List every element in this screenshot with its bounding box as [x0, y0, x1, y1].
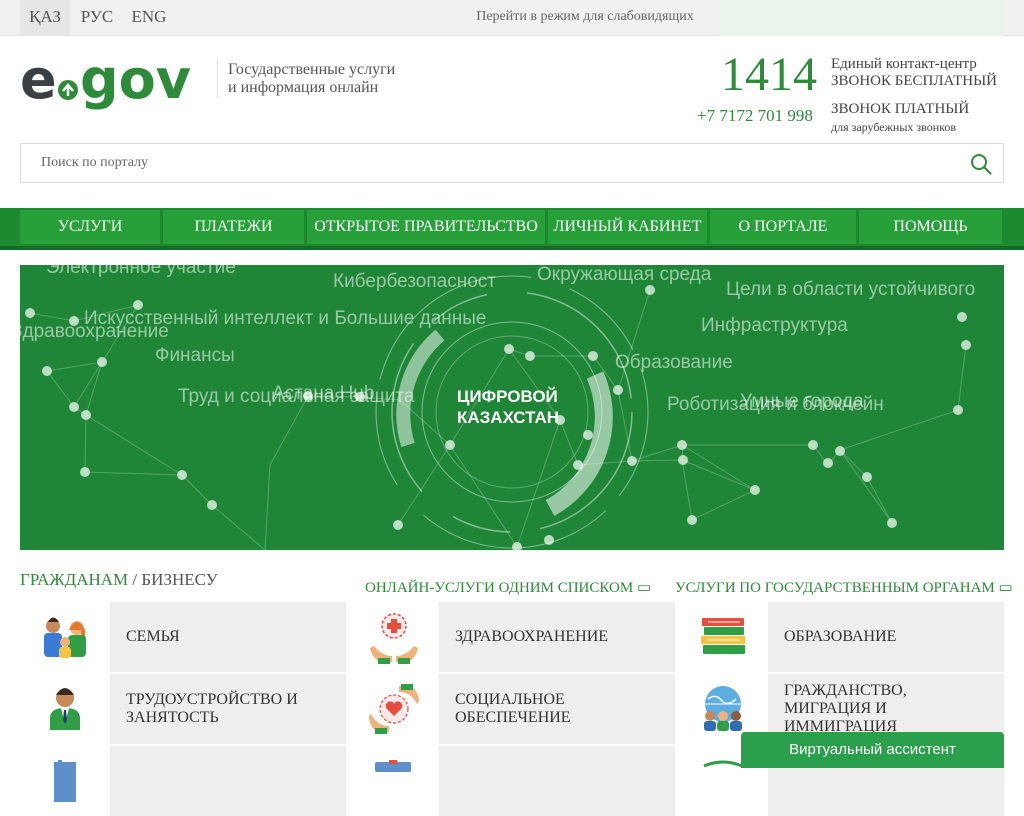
svg-text:e: e: [20, 52, 57, 111]
lang-eng[interactable]: ENG: [124, 0, 174, 36]
search-icon[interactable]: [969, 152, 993, 176]
banner-title-line-1: ЦИФРОВОЙ: [457, 387, 558, 406]
social-care-icon: [349, 674, 439, 744]
tile-label: ЗДРАВООХРАНЕНИЕ: [455, 628, 609, 645]
tile-education[interactable]: ОБРАЗОВАНИЕ: [678, 602, 1004, 672]
audience-separator: /: [132, 570, 138, 589]
nav-help[interactable]: ПОМОЩЬ: [859, 210, 1002, 244]
phone-long-number[interactable]: +7 7172 701 998: [697, 106, 813, 126]
egov-logo[interactable]: e gov: [20, 52, 210, 122]
nav-open-government[interactable]: ОТКРЫТОЕ ПРАВИТЕЛЬСТВО: [307, 210, 545, 244]
banner-tag: Электронное участие: [46, 265, 236, 278]
books-icon: [678, 602, 768, 672]
document-icon: [349, 746, 439, 816]
online-services-list-label: ОНЛАЙН-УСЛУГИ ОДНИМ СПИСКОМ: [365, 580, 634, 596]
foreign-calls-label: для зарубежных звонков: [831, 120, 957, 134]
banner-tag: Инфраструктура: [701, 315, 848, 336]
banner-tag: Астана Hub: [272, 383, 375, 404]
external-link-icon: ▭: [998, 580, 1013, 596]
audience-switch: ГРАЖДАНАМ / БИЗНЕСУ: [20, 570, 218, 590]
svg-text:gov: gov: [80, 52, 191, 111]
tile-family[interactable]: СЕМЬЯ: [20, 602, 346, 672]
search-input[interactable]: [41, 153, 941, 173]
digital-kazakhstan-banner[interactable]: Электронное участие Кибербезопасност Окр…: [20, 265, 1004, 550]
nav-personal-account[interactable]: ЛИЧНЫЙ КАБИНЕТ: [548, 210, 707, 244]
banner-tag: Цели в области устойчивого: [726, 279, 976, 300]
call-paid-label: ЗВОНОК ПЛАТНЫЙ: [831, 101, 970, 117]
low-vision-mode-link[interactable]: Перейти в режим для слабовидящих: [440, 0, 730, 36]
nav-about-portal[interactable]: О ПОРТАЛЕ: [710, 210, 856, 244]
banner-title: ЦИФРОВОЙ КАЗАХСТАН: [457, 386, 567, 428]
health-icon: [349, 602, 439, 672]
building-icon: [20, 746, 110, 816]
logo-divider: [217, 60, 218, 98]
virtual-assistant-button[interactable]: Виртуальный ассистент: [741, 732, 1004, 768]
top-right-panel: [719, 0, 1004, 36]
contact-center-label: Единый контакт-центр: [831, 56, 977, 72]
tile-row3-1[interactable]: [20, 746, 346, 816]
tile-label: СЕМЬЯ: [126, 628, 180, 645]
business-tab[interactable]: БИЗНЕСУ: [141, 570, 217, 589]
tagline-line-1: Государственные услуги: [228, 61, 396, 78]
call-free-label: ЗВОНОК БЕСПЛАТНЫЙ: [831, 73, 997, 89]
nav-services[interactable]: УСЛУГИ: [20, 210, 160, 244]
agency-services-link[interactable]: УСЛУГИ ПО ГОСУДАРСТВЕННЫМ ОРГАНАМ ▭: [675, 578, 1013, 597]
main-nav: УСЛУГИ ПЛАТЕЖИ ОТКРЫТОЕ ПРАВИТЕЛЬСТВО ЛИ…: [0, 208, 1024, 250]
tile-employment[interactable]: ТРУДОУСТРОЙСТВО И ЗАНЯТОСТЬ: [20, 674, 346, 744]
search-bar: [20, 143, 1004, 183]
employee-icon: [20, 674, 110, 744]
lang-kaz[interactable]: ҚАЗ: [20, 0, 70, 36]
tile-label: ОБРАЗОВАНИЕ: [784, 628, 897, 645]
tile-healthcare[interactable]: ЗДРАВООХРАНЕНИЕ: [349, 602, 675, 672]
citizens-tab[interactable]: ГРАЖДАНАМ: [20, 570, 128, 589]
site-tagline: Государственные услуги и информация онла…: [228, 61, 395, 97]
banner-tag: Финансы: [155, 345, 235, 366]
agency-services-label: УСЛУГИ ПО ГОСУДАРСТВЕННЫМ ОРГАНАМ: [675, 580, 995, 596]
tagline-line-2: и информация онлайн: [228, 79, 379, 96]
phone-short-number[interactable]: 1414: [721, 50, 817, 100]
lang-rus[interactable]: РУС: [72, 0, 122, 36]
banner-tag: Здравоохранение: [20, 321, 169, 342]
banner-tag: Образование: [615, 352, 733, 373]
banner-tag: Окружающая среда: [537, 265, 712, 285]
family-icon: [20, 602, 110, 672]
external-link-icon: ▭: [636, 580, 652, 596]
tile-label: ТРУДОУСТРОЙСТВО И ЗАНЯТОСТЬ: [126, 691, 298, 726]
online-services-list-link[interactable]: ОНЛАЙН-УСЛУГИ ОДНИМ СПИСКОМ ▭: [365, 578, 651, 597]
tile-label: СОЦИАЛЬНОЕ ОБЕСПЕЧЕНИЕ: [455, 691, 571, 726]
banner-tag: Роботизация и блокчейн: [667, 394, 884, 415]
nav-payments[interactable]: ПЛАТЕЖИ: [163, 210, 304, 244]
banner-title-line-2: КАЗАХСТАН: [457, 408, 559, 427]
banner-tag: Кибербезопасност: [333, 271, 496, 292]
top-bar: ҚАЗ РУС ENG Перейти в режим для слабовид…: [0, 0, 1024, 36]
tile-social-security[interactable]: СОЦИАЛЬНОЕ ОБЕСПЕЧЕНИЕ: [349, 674, 675, 744]
tile-row3-2[interactable]: [349, 746, 675, 816]
